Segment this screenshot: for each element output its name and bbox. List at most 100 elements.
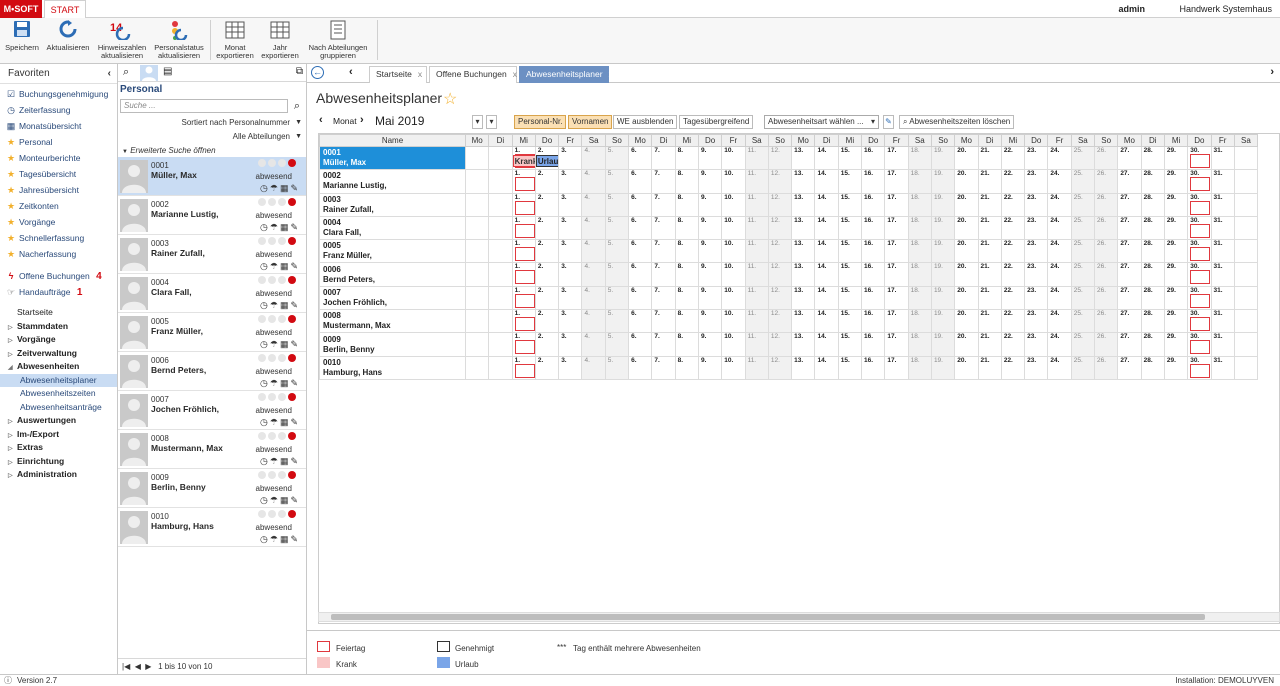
day-cell[interactable]: 11. bbox=[744, 169, 769, 194]
day-cell[interactable]: 23. bbox=[1024, 145, 1049, 171]
day-cell[interactable]: 24. bbox=[1047, 145, 1072, 171]
day-cell[interactable]: 28. bbox=[1140, 239, 1165, 264]
sort-select[interactable]: Sortiert nach Personalnummer ▼ bbox=[118, 116, 306, 130]
day-cell[interactable]: 25. bbox=[1070, 309, 1096, 334]
day-cell[interactable]: 1. bbox=[511, 239, 536, 264]
day-cell[interactable]: 9. bbox=[697, 239, 723, 264]
nav-item[interactable]: Abwesenheitsplaner bbox=[0, 373, 117, 387]
day-cell[interactable]: 12. bbox=[767, 145, 793, 171]
day-cell[interactable]: 27. bbox=[1117, 239, 1142, 264]
nav-item[interactable]: ▷ Auswertungen bbox=[0, 414, 117, 428]
day-cell[interactable]: 26. bbox=[1094, 309, 1119, 334]
day-cell[interactable]: 18. bbox=[907, 169, 932, 194]
person-filter-icon[interactable] bbox=[140, 65, 158, 81]
day-cell[interactable]: 27. bbox=[1117, 169, 1142, 194]
day-cell[interactable]: 31. bbox=[1210, 309, 1235, 334]
nav-item[interactable]: ▷ Extras bbox=[0, 441, 117, 455]
clock-icon[interactable]: ◷ bbox=[260, 534, 270, 544]
day-cell[interactable]: 28. bbox=[1140, 285, 1165, 311]
day-cell[interactable]: 2. bbox=[534, 262, 560, 287]
day-cell[interactable]: 24. bbox=[1047, 309, 1072, 334]
next-month-icon[interactable]: › bbox=[360, 114, 364, 126]
nav-item[interactable]: Startseite bbox=[0, 306, 117, 320]
pencil-icon[interactable]: ✎ bbox=[290, 495, 300, 505]
calendar-icon[interactable]: ▦ bbox=[280, 339, 291, 349]
day-cell[interactable]: 21. bbox=[977, 145, 1002, 171]
day-cell[interactable]: 4. bbox=[581, 169, 606, 194]
day-cell[interactable]: 30. bbox=[1187, 169, 1212, 194]
calendar-icon[interactable]: ▦ bbox=[280, 378, 291, 388]
day-cell[interactable]: 9. bbox=[697, 309, 723, 334]
umbrella-icon[interactable]: ☂ bbox=[270, 339, 280, 349]
day-cell[interactable]: 4. bbox=[581, 145, 606, 171]
pencil-icon[interactable]: ✎ bbox=[290, 456, 300, 466]
day-cell[interactable]: 26. bbox=[1094, 192, 1119, 217]
first-page-icon[interactable]: |◀ bbox=[122, 662, 130, 671]
day-cell[interactable]: 30. bbox=[1187, 239, 1212, 264]
day-cell[interactable]: 22. bbox=[1000, 239, 1026, 264]
day-cell[interactable]: 31. bbox=[1210, 355, 1235, 380]
day-cell[interactable]: 20. bbox=[954, 145, 979, 171]
day-cell[interactable]: 31. bbox=[1210, 285, 1235, 311]
nav-item[interactable]: ▷ Vorgänge bbox=[0, 333, 117, 347]
day-cell[interactable]: 22. bbox=[1000, 145, 1026, 171]
update-staff-status-button[interactable]: Personalstatus aktualisieren bbox=[152, 20, 206, 60]
day-cell[interactable]: 4. bbox=[581, 332, 606, 357]
day-cell[interactable]: 9. bbox=[697, 192, 723, 217]
day-cell[interactable]: 30. bbox=[1187, 145, 1212, 171]
day-cell[interactable]: 13. bbox=[791, 262, 816, 287]
collapse-panel-icon[interactable]: ‹ bbox=[108, 64, 111, 84]
day-cell[interactable]: 6. bbox=[628, 239, 653, 264]
day-cell[interactable]: 26. bbox=[1094, 145, 1119, 171]
day-cell[interactable]: 30. bbox=[1187, 309, 1212, 334]
day-cell[interactable]: 17. bbox=[884, 145, 909, 171]
day-cell[interactable]: 5. bbox=[604, 215, 630, 241]
clock-icon[interactable]: ◷ bbox=[260, 456, 270, 466]
day-cell[interactable]: 28. bbox=[1140, 262, 1165, 287]
day-cell[interactable]: 22. bbox=[1000, 309, 1026, 334]
day-cell[interactable]: 16. bbox=[861, 215, 886, 241]
day-cell[interactable]: 22. bbox=[1000, 215, 1026, 241]
day-cell[interactable]: 1. bbox=[511, 355, 536, 380]
close-icon[interactable]: x bbox=[418, 69, 422, 79]
day-cell[interactable]: 6. bbox=[628, 215, 653, 241]
day-cell[interactable]: 16. bbox=[861, 192, 886, 217]
day-cell[interactable]: 3. bbox=[558, 355, 583, 380]
department-select[interactable]: Alle Abteilungen ▼ bbox=[118, 130, 306, 144]
prev-month-icon[interactable]: ‹ bbox=[319, 114, 323, 126]
day-cell[interactable]: 29. bbox=[1163, 239, 1189, 264]
day-cell[interactable]: 6. bbox=[628, 262, 653, 287]
day-cell[interactable]: 4. bbox=[581, 309, 606, 334]
calendar-icon[interactable]: ▦ bbox=[280, 495, 291, 505]
day-cell[interactable]: 13. bbox=[791, 332, 816, 357]
day-cell[interactable]: 24. bbox=[1047, 355, 1072, 380]
day-cell[interactable]: 17. bbox=[884, 285, 909, 311]
day-cell[interactable]: 4. bbox=[581, 262, 606, 287]
day-cell[interactable]: 15. bbox=[837, 262, 863, 287]
grid-employee-cell[interactable]: 0002 Marianne Lustig, bbox=[319, 169, 466, 194]
day-cell[interactable]: 24. bbox=[1047, 239, 1072, 264]
tabs-scroll-left-icon[interactable]: ‹ bbox=[349, 66, 353, 78]
year-dropdown[interactable]: ▾ bbox=[486, 115, 497, 129]
day-cell[interactable]: 31. bbox=[1210, 145, 1235, 171]
day-cell[interactable]: 16. bbox=[861, 332, 886, 357]
nav-item[interactable]: ▷ Administration bbox=[0, 468, 117, 482]
day-cell[interactable]: 18. bbox=[907, 309, 932, 334]
sick-entry[interactable]: Krank bbox=[513, 155, 535, 167]
day-cell[interactable]: 30. bbox=[1187, 262, 1212, 287]
day-cell[interactable]: 13. bbox=[791, 169, 816, 194]
staff-card[interactable]: 0003 Rainer Zufall, abwesend ◷☂▦✎ bbox=[118, 235, 306, 274]
day-cell[interactable]: 7. bbox=[651, 145, 676, 171]
clock-icon[interactable]: ◷ bbox=[260, 417, 270, 427]
day-cell[interactable]: 19. bbox=[930, 332, 956, 357]
day-cell[interactable]: 10. bbox=[721, 285, 746, 311]
staff-card[interactable]: 0001 Müller, Max abwesend ◷☂▦✎ bbox=[118, 157, 306, 196]
day-cell[interactable]: 2.Urlaub bbox=[534, 145, 560, 171]
day-cell[interactable]: 18. bbox=[907, 285, 932, 311]
calendar-icon[interactable]: ▦ bbox=[280, 183, 291, 193]
day-cell[interactable]: 22. bbox=[1000, 192, 1026, 217]
day-cell[interactable]: 20. bbox=[954, 239, 979, 264]
nav-item[interactable]: Abwesenheitsanträge bbox=[0, 401, 117, 415]
day-cell[interactable]: 20. bbox=[954, 262, 979, 287]
day-cell[interactable]: 11. bbox=[744, 262, 769, 287]
